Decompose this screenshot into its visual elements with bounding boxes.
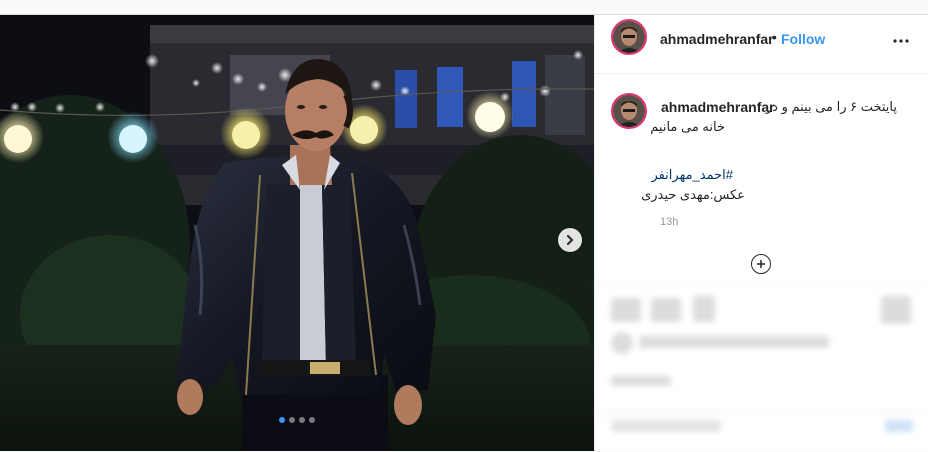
caption-username[interactable]: ahmadmehranfar [661, 99, 775, 115]
carousel-next-button[interactable] [558, 228, 582, 252]
caption-text-line2: خانه می مانیم [650, 119, 725, 134]
more-horizontal-icon [893, 39, 909, 43]
author-username[interactable]: ahmadmehranfar [660, 31, 774, 47]
more-options-button[interactable] [893, 28, 909, 46]
author-avatar[interactable] [611, 19, 647, 55]
post-header: ahmadmehranfar • Follow [595, 15, 928, 74]
post-timestamp[interactable]: 13h [660, 216, 678, 228]
chevron-right-icon [567, 235, 574, 245]
carousel-dot [289, 417, 295, 423]
photo-scene [0, 15, 594, 451]
post-photo[interactable] [0, 15, 594, 451]
load-more-comments-button[interactable] [751, 254, 771, 274]
carousel-indicator [0, 417, 594, 423]
caption-hashtag[interactable]: #احمد_مهرانفر [651, 167, 733, 183]
blurred-actions-area [595, 285, 928, 452]
caption-photo-credit: عکس:مهدی حیدری [641, 187, 745, 202]
carousel-dot [299, 417, 305, 423]
post-side-panel: ahmadmehranfar • Follow ahmadmehranfar پ… [594, 15, 928, 451]
follow-button[interactable]: Follow [781, 31, 825, 47]
caption-text-line1: پایتخت ۶ را می بینم و در [765, 99, 897, 114]
post-card: ahmadmehranfar • Follow ahmadmehranfar پ… [0, 14, 928, 451]
plus-circle-icon [757, 260, 765, 268]
header-separator: • [772, 29, 777, 45]
carousel-dot [309, 417, 315, 423]
caption-avatar[interactable] [611, 93, 647, 129]
carousel-dot-active [279, 417, 285, 423]
